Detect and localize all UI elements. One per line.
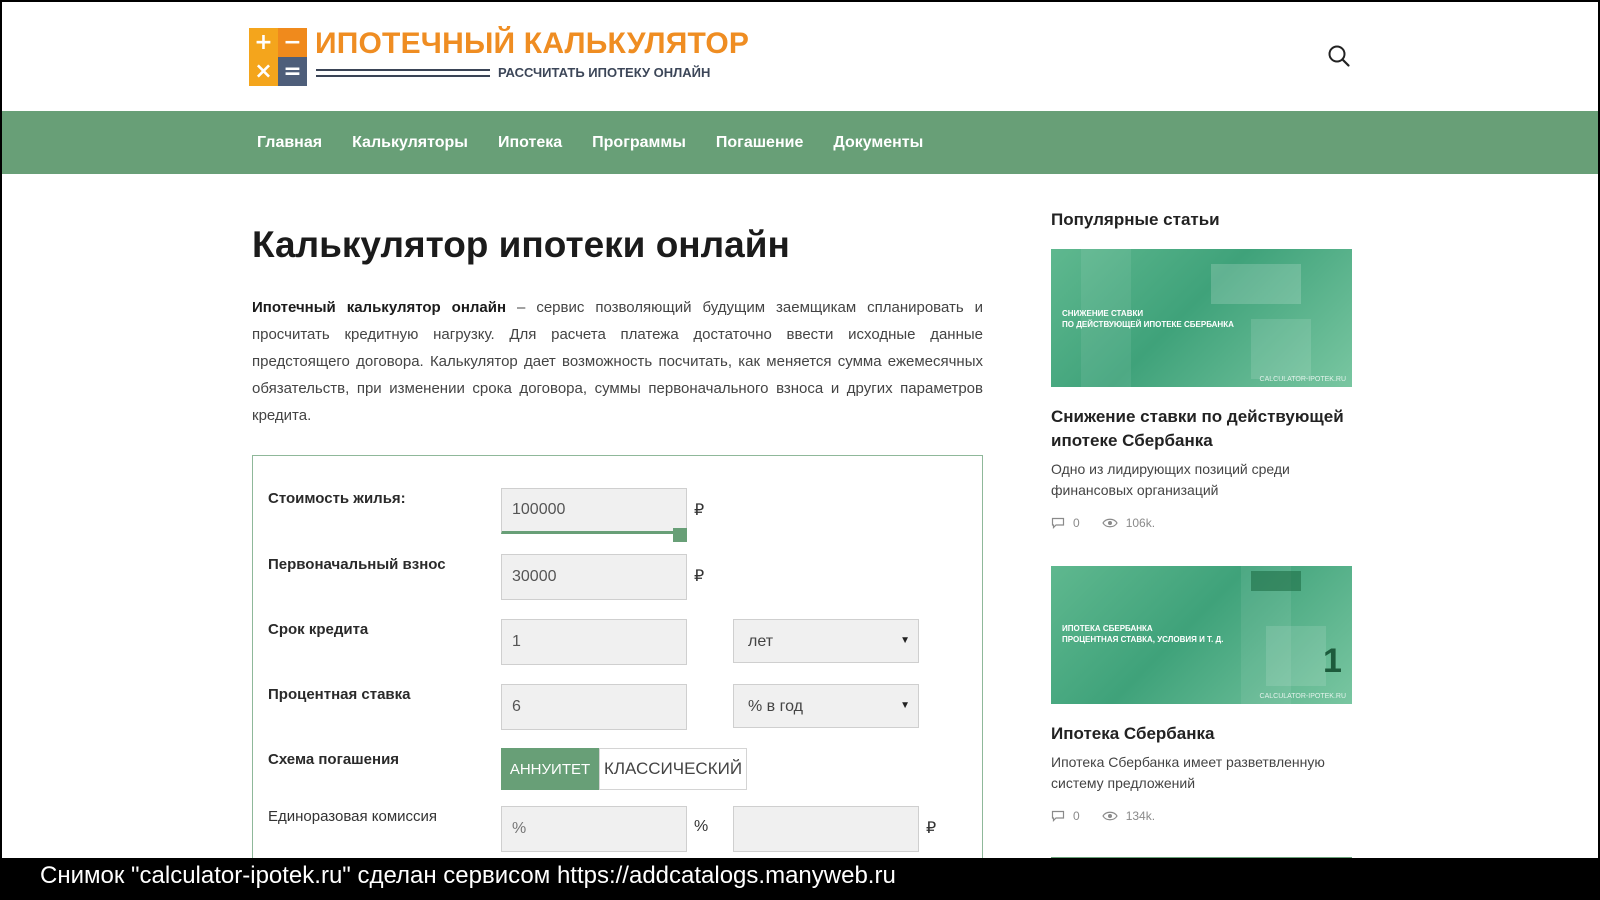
comment-icon (1051, 517, 1065, 529)
intro-bold-lead: Ипотечный калькулятор онлайн (252, 299, 507, 316)
thumbnail-caption: СНИЖЕНИЕ СТАВКИ ПО ДЕЙСТВУЮЩЕЙ ИПОТЕКЕ С… (1062, 308, 1234, 330)
nav-item-home[interactable]: Главная (257, 134, 322, 152)
logo-multiply-tile: × (249, 57, 278, 86)
fee-percent-unit: % (694, 818, 709, 835)
logo-icon[interactable]: + − × = (249, 28, 307, 86)
scheme-label: Схема погашения (268, 751, 400, 768)
thumbnail-watermark: CALCULATOR-IPOTEK.RU (1259, 693, 1346, 700)
search-icon[interactable] (1327, 44, 1351, 68)
nav-item-mortgage[interactable]: Ипотека (498, 134, 562, 152)
nav-item-repayment[interactable]: Погашение (716, 134, 803, 152)
web-page: + − × = ИПОТЕЧНЫЙ КАЛЬКУЛЯТОР РАССЧИТАТЬ… (2, 2, 1598, 858)
thumbnail-caption: ИПОТЕКА СБЕРБАНКА ПРОЦЕНТНАЯ СТАВКА, УСЛ… (1062, 623, 1223, 645)
thumbnail-decoration (1251, 571, 1301, 591)
article-description: Одно из лидирующих позиций среди финансо… (1051, 461, 1290, 498)
article-description: Ипотека Сбербанка имеет разветвленную си… (1051, 754, 1325, 791)
price-currency: ₽ (694, 502, 705, 519)
screenshot-frame: + − × = ИПОТЕЧНЫЙ КАЛЬКУЛЯТОР РАССЧИТАТЬ… (0, 0, 1600, 900)
fee-amount-currency: ₽ (926, 820, 937, 837)
comment-count: 0 (1073, 516, 1080, 530)
view-count: 106k. (1125, 516, 1156, 530)
term-label: Срок кредита (268, 621, 369, 638)
thumbnail-decoration (1211, 264, 1301, 304)
screenshot-caption: Снимок "calculator-ipotek.ru" сделан сер… (0, 858, 1600, 900)
chevron-down-icon: ▼ (900, 700, 910, 711)
fee-percent-input[interactable] (501, 806, 687, 852)
fee-label: Единоразовая комиссия (268, 808, 438, 825)
logo-minus-tile: − (278, 28, 307, 57)
logo-title[interactable]: ИПОТЕЧНЫЙ КАЛЬКУЛЯТОР (315, 27, 749, 61)
logo-plus-tile: + (249, 28, 278, 57)
thumbnail-decoration (1251, 319, 1311, 379)
eye-icon (1101, 518, 1118, 528)
intro-paragraph: Ипотечный калькулятор онлайн – сервис по… (252, 294, 983, 429)
article-title-link[interactable]: Снижение ставки по действующей ипотеке С… (1051, 405, 1356, 453)
mortgage-calculator-form: Стоимость жилья: ₽ Первоначальный взнос … (252, 455, 983, 858)
comment-icon (1051, 810, 1065, 822)
site-header: + − × = ИПОТЕЧНЫЙ КАЛЬКУЛЯТОР РАССЧИТАТЬ… (2, 2, 1598, 111)
term-unit-value: лет (748, 633, 774, 650)
price-input[interactable] (501, 488, 687, 534)
article-meta: 0 134k. (1051, 809, 1155, 823)
fee-amount-input[interactable] (733, 806, 919, 852)
term-unit-select[interactable]: лет ▼ (733, 619, 919, 663)
rate-input[interactable] (501, 684, 687, 730)
down-payment-input[interactable] (501, 554, 687, 600)
thumbnail-decoration (1266, 626, 1326, 686)
thumbnail-number: 1 (1323, 642, 1342, 680)
price-label: Стоимость жилья: (268, 490, 406, 507)
nav-item-programs[interactable]: Программы (592, 134, 686, 152)
rate-label: Процентная ставка (268, 686, 411, 703)
down-payment-currency: ₽ (694, 568, 705, 585)
page-title: Калькулятор ипотеки онлайн (252, 224, 790, 265)
nav-item-documents[interactable]: Документы (833, 134, 923, 152)
term-input[interactable] (501, 619, 687, 665)
nav-list: Главная Калькуляторы Ипотека Программы П… (257, 111, 953, 174)
article-thumbnail[interactable]: ИПОТЕКА СБЕРБАНКА ПРОЦЕНТНАЯ СТАВКА, УСЛ… (1051, 566, 1352, 704)
scheme-annuity-button[interactable]: АННУИТЕТ (501, 748, 599, 790)
popular-articles-heading: Популярные статьи (1051, 210, 1220, 229)
down-payment-label: Первоначальный взнос (268, 556, 446, 573)
eye-icon (1101, 811, 1118, 821)
article-thumbnail[interactable]: СНИЖЕНИЕ СТАВКИ ПО ДЕЙСТВУЮЩЕЙ ИПОТЕКЕ С… (1051, 249, 1352, 387)
nav-item-calculators[interactable]: Калькуляторы (352, 134, 468, 152)
rate-unit-select[interactable]: % в год ▼ (733, 684, 919, 728)
main-nav: Главная Калькуляторы Ипотека Программы П… (2, 111, 1598, 174)
intro-text: – сервис позволяющий будущим заемщикам с… (252, 299, 984, 424)
scheme-classic-button[interactable]: КЛАССИЧЕСКИЙ (599, 748, 747, 790)
article-meta: 0 106k. (1051, 516, 1155, 530)
thumbnail-caption-text: ИПОТЕКА СБЕРБАНКА ПРОЦЕНТНАЯ СТАВКА, УСЛ… (1062, 624, 1224, 644)
rate-unit-value: % в год (748, 698, 803, 715)
logo-equals-tile: = (278, 57, 307, 86)
article-title-link[interactable]: Ипотека Сбербанка (1051, 722, 1356, 746)
comment-count: 0 (1073, 809, 1080, 823)
view-count: 134k. (1125, 809, 1156, 823)
thumbnail-caption-text: СНИЖЕНИЕ СТАВКИ ПО ДЕЙСТВУЮЩЕЙ ИПОТЕКЕ С… (1062, 309, 1234, 329)
price-slider-handle[interactable] (673, 528, 687, 542)
thumbnail-watermark: CALCULATOR-IPOTEK.RU (1259, 376, 1346, 383)
logo-divider-lines (316, 69, 490, 77)
chevron-down-icon: ▼ (900, 635, 910, 646)
logo-subtitle: РАССЧИТАТЬ ИПОТЕКУ ОНЛАЙН (498, 65, 711, 80)
